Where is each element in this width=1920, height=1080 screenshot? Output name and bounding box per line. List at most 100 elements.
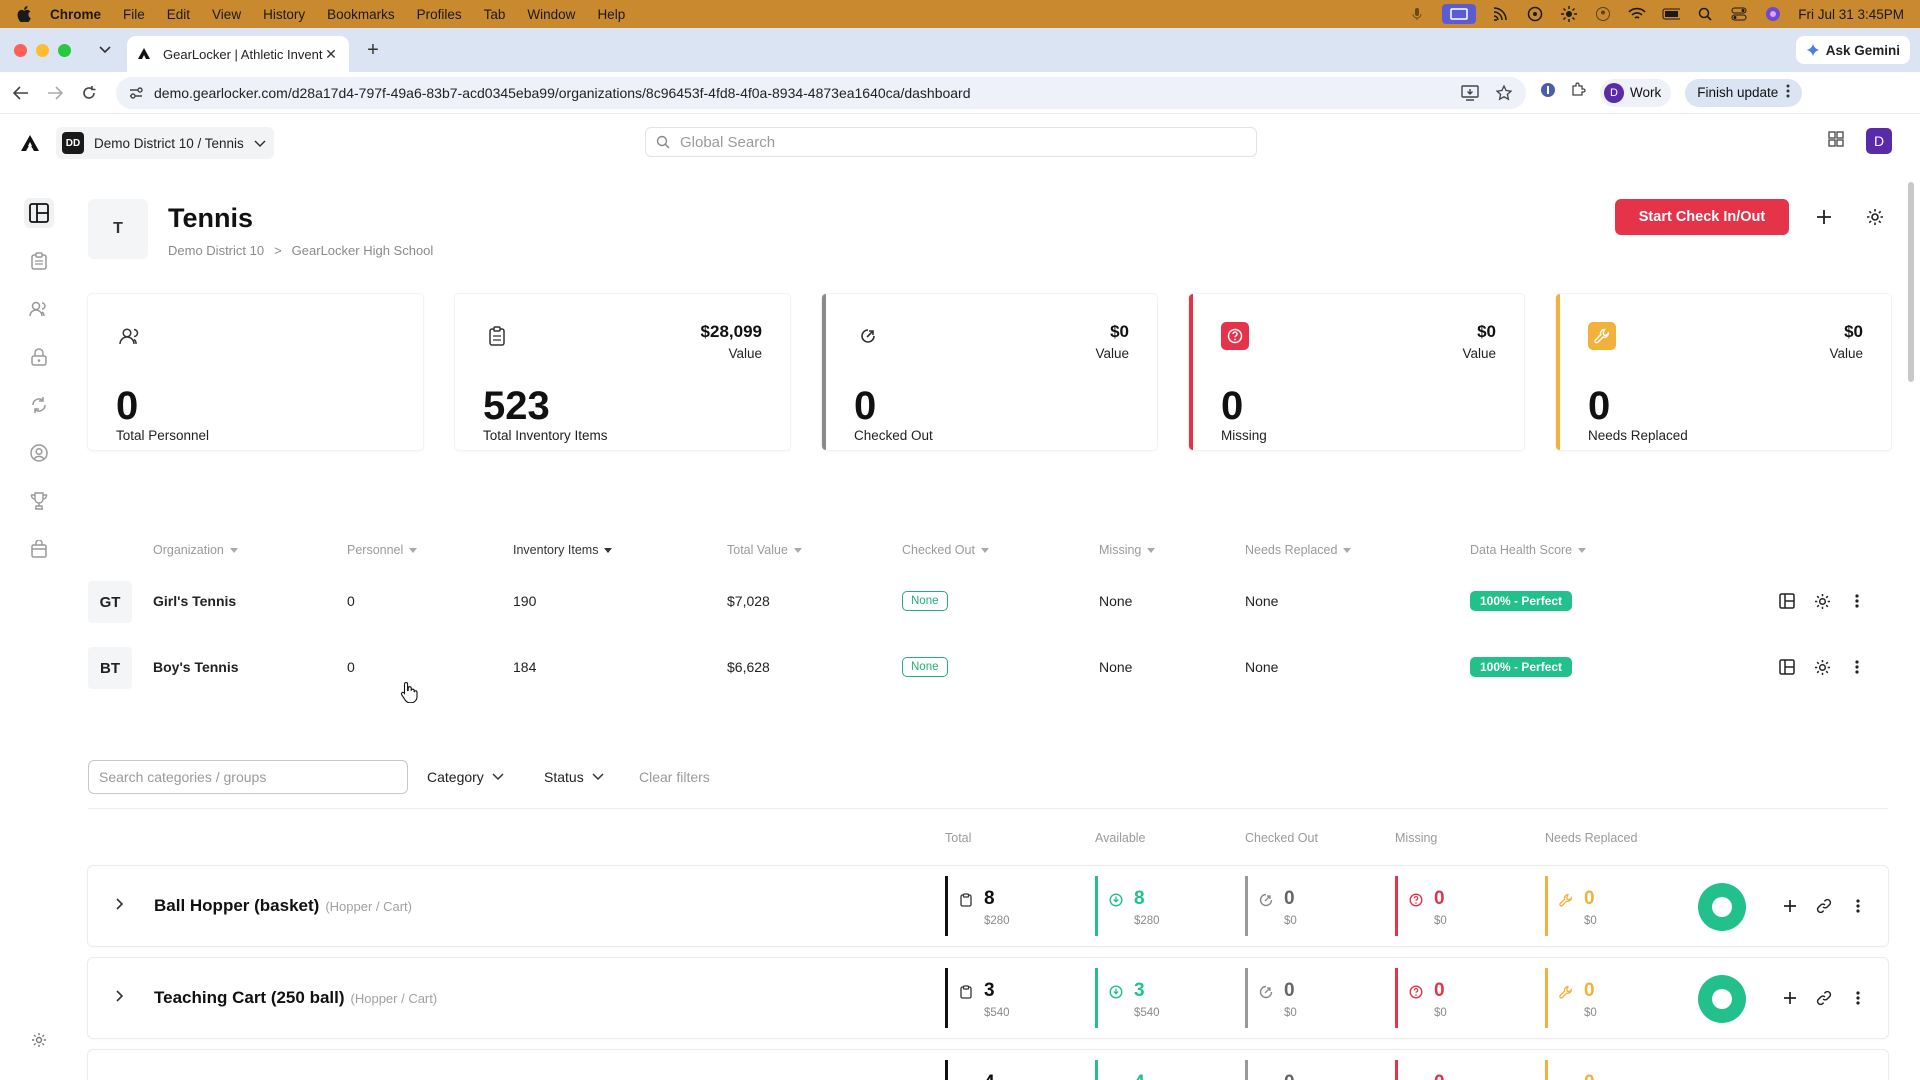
gearlocker-logo-icon[interactable] [20, 133, 40, 153]
menu-window[interactable]: Window [527, 7, 575, 22]
settings-gear-icon[interactable] [1810, 589, 1834, 613]
add-plus-icon[interactable] [1778, 894, 1802, 918]
menubar-clock[interactable]: Fri Jul 31 3:45PM [1798, 7, 1904, 22]
menu-tab[interactable]: Tab [484, 7, 506, 22]
sidebar-item-personnel[interactable] [24, 294, 54, 324]
sidebar-item-dashboard[interactable] [24, 198, 54, 228]
breadcrumb-district[interactable]: Demo District 10 [168, 243, 264, 258]
page-settings-gear-icon[interactable] [1862, 204, 1888, 230]
category-search-input[interactable]: Search categories / groups [88, 760, 408, 794]
sidebar-settings-gear-icon[interactable] [29, 1030, 49, 1050]
profile-work-button[interactable]: D Work [1600, 78, 1672, 107]
stat-card-missing[interactable]: $0 Value 0 Missing [1189, 294, 1524, 450]
sidebar-item-awards[interactable] [24, 486, 54, 516]
kebab-menu-icon[interactable] [1846, 986, 1870, 1010]
org-row-girls-tennis[interactable]: GT Girl's Tennis 0 190 $7,028 None None … [88, 571, 1888, 633]
dashboard-icon[interactable] [1775, 655, 1799, 679]
new-tab-plus-icon[interactable]: + [361, 39, 385, 62]
siri-icon[interactable] [1764, 7, 1782, 21]
breadcrumb-school[interactable]: GearLocker High School [292, 243, 434, 258]
user-switch-icon[interactable] [1594, 7, 1612, 21]
stat-card-needs-replaced[interactable]: $0 Value 0 Needs Replaced [1556, 294, 1891, 450]
sidebar-item-inventory[interactable] [24, 246, 54, 276]
cast-icon[interactable] [1492, 7, 1510, 21]
site-info-icon[interactable] [128, 85, 144, 101]
link-icon[interactable] [1812, 986, 1836, 1010]
maximize-window-button[interactable] [58, 43, 71, 57]
menu-app-name[interactable]: Chrome [50, 7, 101, 22]
apple-icon[interactable] [16, 6, 32, 22]
wifi-icon[interactable] [1628, 7, 1646, 21]
stat-card-inventory[interactable]: $28,099 Value 523 Total Inventory Items [455, 294, 790, 450]
add-plus-icon[interactable] [1810, 203, 1838, 231]
address-bar[interactable]: demo.gearlocker.com/d28a17d4-797f-49a6-8… [116, 76, 1526, 109]
microphone-icon[interactable] [1408, 7, 1426, 21]
expand-chevron-right-icon[interactable] [110, 986, 130, 1006]
user-avatar[interactable]: D [1866, 128, 1892, 154]
org-row-boys-tennis[interactable]: BT Boy's Tennis 0 184 $6,628 None None N… [88, 637, 1888, 699]
start-check-in-out-button[interactable]: Start Check In/Out [1615, 199, 1789, 235]
sidebar-item-cycles[interactable] [24, 390, 54, 420]
battery-icon[interactable] [1662, 7, 1681, 21]
screen-mirror-icon[interactable] [1442, 4, 1477, 24]
bookmark-star-icon[interactable] [1494, 83, 1514, 103]
dashboard-icon[interactable] [1775, 589, 1799, 613]
menu-bookmarks[interactable]: Bookmarks [327, 7, 395, 22]
close-tab-icon[interactable]: ✕ [323, 46, 339, 62]
stat-card-checked-out[interactable]: $0 Value 0 Checked Out [822, 294, 1157, 450]
sidebar-item-users[interactable] [24, 438, 54, 468]
close-window-button[interactable] [14, 43, 27, 57]
column-header-checked-out[interactable]: Checked Out [902, 543, 989, 557]
control-center-icon[interactable] [1730, 7, 1748, 21]
column-header-personnel[interactable]: Personnel [347, 543, 418, 557]
kebab-menu-icon[interactable] [1846, 894, 1870, 918]
column-header-missing[interactable]: Missing [1099, 543, 1156, 557]
status-filter-dropdown[interactable]: Status [544, 769, 604, 785]
column-header-data-health[interactable]: Data Health Score [1470, 543, 1587, 557]
menu-view[interactable]: View [212, 7, 241, 22]
apps-grid-icon[interactable] [1828, 130, 1844, 152]
tab-search-chevron-icon[interactable] [93, 38, 117, 62]
spotlight-icon[interactable] [1696, 7, 1714, 21]
kebab-menu-icon[interactable] [1845, 655, 1869, 679]
extensions-puzzle-icon[interactable] [1570, 82, 1586, 103]
inventory-item-name[interactable]: Teaching Cart (250 ball) (Hopper / Cart) [154, 988, 437, 1008]
ask-gemini-button[interactable]: Ask Gemini [1795, 36, 1910, 64]
menu-edit[interactable]: Edit [167, 7, 190, 22]
password-icon[interactable] [1526, 6, 1544, 22]
back-arrow-icon[interactable] [4, 78, 38, 108]
inventory-item-name[interactable]: Ball Hopper (basket) (Hopper / Cart) [154, 896, 412, 916]
add-plus-icon[interactable] [1778, 986, 1802, 1010]
kebab-menu-icon[interactable] [1845, 589, 1869, 613]
minimize-window-button[interactable] [36, 43, 49, 57]
inventory-row-teaching-cart[interactable]: Teaching Cart (250 ball) (Hopper / Cart) … [88, 958, 1888, 1038]
sidebar-item-store[interactable] [24, 534, 54, 564]
link-icon[interactable] [1812, 894, 1836, 918]
column-header-total-value[interactable]: Total Value [727, 543, 802, 557]
org-selector[interactable]: DD Demo District 10 / Tennis [56, 127, 274, 159]
reload-icon[interactable] [72, 78, 106, 108]
global-search-input[interactable]: Global Search [645, 127, 1257, 157]
brightness-icon[interactable] [1560, 6, 1578, 22]
install-app-icon[interactable] [1460, 83, 1480, 103]
stat-card-personnel[interactable]: 0 Total Personnel [88, 294, 423, 450]
category-filter-dropdown[interactable]: Category [427, 769, 504, 785]
org-name[interactable]: Boy's Tennis [153, 659, 239, 675]
sidebar-item-lockers[interactable] [24, 342, 54, 372]
menu-help[interactable]: Help [597, 7, 625, 22]
clear-filters-link[interactable]: Clear filters [639, 769, 710, 785]
org-name[interactable]: Girl's Tennis [153, 593, 236, 609]
page-scrollbar[interactable] [1908, 182, 1914, 382]
menu-profiles[interactable]: Profiles [417, 7, 462, 22]
menu-file[interactable]: File [123, 7, 145, 22]
finish-update-button[interactable]: Finish update [1685, 78, 1803, 107]
password-manager-icon[interactable] [1540, 82, 1556, 103]
column-header-organization[interactable]: Organization [153, 543, 238, 557]
inventory-row-ball-hopper[interactable]: Ball Hopper (basket) (Hopper / Cart) 8 $2… [88, 866, 1888, 946]
column-header-needs-replaced[interactable]: Needs Replaced [1245, 543, 1352, 557]
column-header-inventory-items[interactable]: Inventory Items [513, 543, 613, 557]
menu-history[interactable]: History [263, 7, 305, 22]
settings-gear-icon[interactable] [1810, 655, 1834, 679]
inventory-row-partial[interactable]: 4 4 0 0 0 [88, 1050, 1888, 1080]
expand-chevron-right-icon[interactable] [110, 894, 130, 914]
